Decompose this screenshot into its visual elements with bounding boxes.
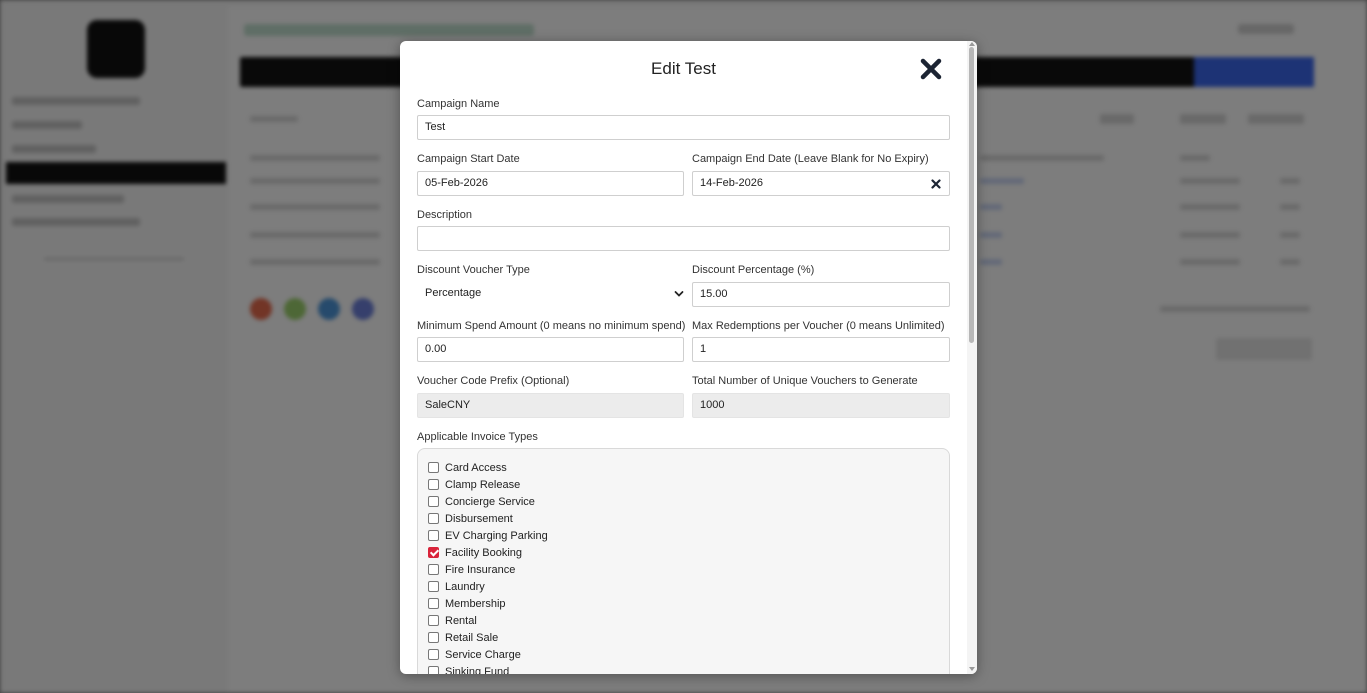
- invoice-type-checkbox[interactable]: Card Access: [428, 460, 507, 475]
- invoice-type-checkbox[interactable]: Fire Insurance: [428, 562, 515, 577]
- invoice-type-label: Rental: [445, 614, 477, 627]
- checkbox[interactable]: [428, 513, 439, 524]
- checkbox[interactable]: [428, 547, 439, 558]
- modal-title: Edit Test: [651, 59, 716, 78]
- checkbox[interactable]: [428, 598, 439, 609]
- max-redemptions-input[interactable]: 1: [692, 337, 950, 362]
- invoice-type-label: Card Access: [445, 461, 507, 474]
- invoice-type-checkbox[interactable]: EV Charging Parking: [428, 528, 548, 543]
- description-label: Description: [417, 209, 473, 221]
- invoice-type-label: Disbursement: [445, 512, 513, 525]
- invoice-type-label: Service Charge: [445, 648, 521, 661]
- invoice-type-checkbox[interactable]: Membership: [428, 596, 506, 611]
- description-input[interactable]: [417, 226, 950, 251]
- chevron-down-icon: [674, 291, 684, 297]
- checkbox[interactable]: [428, 462, 439, 473]
- invoice-type-checkbox[interactable]: Facility Booking: [428, 545, 522, 560]
- checkbox[interactable]: [428, 496, 439, 507]
- invoice-type-checkbox[interactable]: Rental: [428, 613, 477, 628]
- invoice-type-checkbox[interactable]: Service Charge: [428, 647, 521, 662]
- close-button[interactable]: [918, 56, 944, 82]
- end-date-value: 14-Feb-2026: [700, 177, 763, 189]
- invoice-type-label: Sinking Fund: [445, 665, 510, 675]
- invoice-type-label: Clamp Release: [445, 478, 521, 491]
- invoice-type-label: Facility Booking: [445, 546, 523, 559]
- modal-body: Edit Test Campaign Name Test Campaign St…: [400, 41, 967, 674]
- invoice-type-label: EV Charging Parking: [445, 529, 548, 542]
- total-vouchers-input: 1000: [692, 393, 950, 418]
- invoice-type-checkbox[interactable]: Laundry: [428, 579, 485, 594]
- end-date-input[interactable]: 14-Feb-2026: [692, 171, 950, 196]
- voucher-type-value: Percentage: [425, 287, 482, 299]
- start-date-input[interactable]: 05-Feb-2026: [417, 171, 684, 196]
- code-prefix-label: Voucher Code Prefix (Optional): [417, 375, 570, 387]
- discount-percentage-label: Discount Percentage (%): [692, 264, 815, 276]
- invoice-type-checkbox[interactable]: Concierge Service: [428, 494, 535, 509]
- invoice-type-label: Retail Sale: [445, 631, 499, 644]
- end-date-label: Campaign End Date (Leave Blank for No Ex…: [692, 153, 929, 165]
- checkbox[interactable]: [428, 649, 439, 660]
- modal-scrollbar-thumb[interactable]: [969, 47, 974, 343]
- invoice-types-label: Applicable Invoice Types: [417, 431, 538, 443]
- code-prefix-input: SaleCNY: [417, 393, 684, 418]
- start-date-label: Campaign Start Date: [417, 153, 520, 165]
- invoice-type-checkbox[interactable]: Disbursement: [428, 511, 513, 526]
- scroll-down-arrow-icon[interactable]: [969, 667, 975, 671]
- invoice-type-label: Membership: [445, 597, 506, 610]
- invoice-types-list: Card Access Clamp Release Concierge Serv…: [417, 448, 950, 674]
- checkbox[interactable]: [428, 581, 439, 592]
- invoice-type-checkbox[interactable]: Clamp Release: [428, 477, 520, 492]
- invoice-type-label: Concierge Service: [445, 495, 535, 508]
- campaign-name-input[interactable]: Test: [417, 115, 950, 140]
- max-redemptions-label: Max Redemptions per Voucher (0 means Unl…: [692, 320, 945, 332]
- voucher-type-select[interactable]: Percentage: [417, 281, 691, 306]
- close-icon: [920, 58, 942, 80]
- edit-campaign-modal: Edit Test Campaign Name Test Campaign St…: [400, 41, 977, 674]
- discount-percentage-input[interactable]: 15.00: [692, 282, 950, 307]
- invoice-type-checkbox[interactable]: Sinking Fund: [428, 664, 509, 674]
- invoice-type-checkbox[interactable]: Retail Sale: [428, 630, 498, 645]
- invoice-type-label: Fire Insurance: [445, 563, 516, 576]
- scroll-up-arrow-icon[interactable]: [969, 42, 975, 46]
- total-vouchers-label: Total Number of Unique Vouchers to Gener…: [692, 375, 918, 387]
- min-spend-label: Minimum Spend Amount (0 means no minimum…: [417, 320, 686, 332]
- invoice-type-label: Laundry: [445, 580, 485, 593]
- checkbox[interactable]: [428, 479, 439, 490]
- checkbox[interactable]: [428, 530, 439, 541]
- checkbox[interactable]: [428, 666, 439, 674]
- checkbox[interactable]: [428, 615, 439, 626]
- voucher-type-label: Discount Voucher Type: [417, 264, 530, 276]
- campaign-name-label: Campaign Name: [417, 98, 500, 110]
- checkbox[interactable]: [428, 564, 439, 575]
- min-spend-input[interactable]: 0.00: [417, 337, 684, 362]
- clear-date-icon[interactable]: [931, 179, 941, 189]
- checkbox[interactable]: [428, 632, 439, 643]
